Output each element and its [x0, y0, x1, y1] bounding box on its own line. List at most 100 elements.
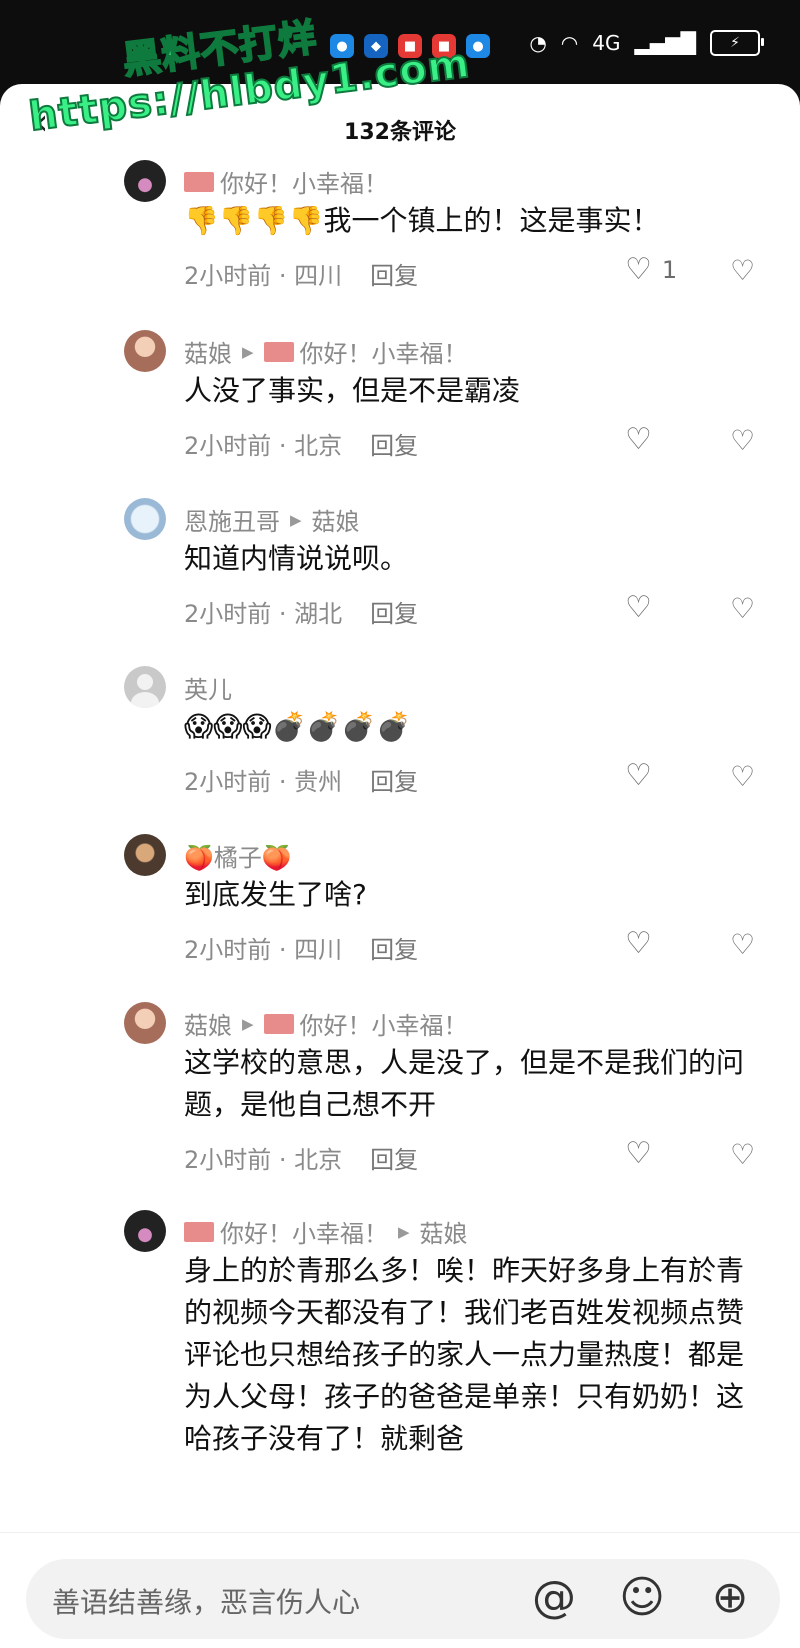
- reply-button[interactable]: 回复: [370, 762, 418, 797]
- comment-text: 👎👎👎👎我一个镇上的！这是事实！: [184, 204, 660, 237]
- flag-icon: [184, 1221, 214, 1242]
- comment-time: 2小时前 · 四川: [184, 262, 343, 290]
- flag-icon: [184, 171, 214, 192]
- status-app-icons: ● ◆ ■ ■ ●: [330, 34, 490, 58]
- app-red-icon: ■: [398, 34, 422, 58]
- avatar[interactable]: [124, 1002, 166, 1044]
- author-line[interactable]: 你好！小幸福！ ▶ 菇娘: [184, 1214, 468, 1249]
- reply-button[interactable]: 回复: [370, 930, 418, 965]
- author-name[interactable]: 你好！小幸福！: [220, 164, 388, 199]
- avatar[interactable]: [124, 330, 166, 372]
- comment-meta: 2小时前 · 北京 回复: [184, 426, 418, 461]
- reply-arrow-icon: ▶: [290, 510, 302, 529]
- emoji-icon[interactable]: ☺: [614, 1569, 670, 1625]
- speed-icon: ◔: [529, 31, 547, 55]
- at-icon[interactable]: @: [526, 1569, 582, 1625]
- reply-button[interactable]: 回复: [370, 594, 418, 629]
- author-line[interactable]: 恩施丑哥 ▶ 菇娘: [184, 502, 360, 537]
- comment-text: 身上的於青那么多！唉！昨天好多身上有於青的视频今天都没有了！我们老百姓发视频点赞…: [184, 1254, 744, 1455]
- comment-sheet: ‹ 132条评论 你好！小幸福！ 👎👎👎👎我一个镇上的！这是事实！ 2小时前 ·…: [0, 84, 800, 1648]
- network-label: 4G: [592, 31, 621, 55]
- sheet-header: ‹ 132条评论: [0, 84, 800, 174]
- input-icons: @ ☺ ⊕: [526, 1569, 758, 1625]
- avatar[interactable]: [124, 1210, 166, 1252]
- comment-text: 知道内情说说呗。: [184, 542, 409, 575]
- author-line[interactable]: 🍑橘子🍑: [184, 838, 292, 873]
- message-icon: ●: [330, 34, 354, 58]
- app-red2-icon: ■: [432, 34, 456, 58]
- comment-text: 😱😱😱💣💣💣💣: [184, 710, 412, 743]
- flag-icon: [263, 1013, 294, 1034]
- comment-meta: 2小时前 · 四川 回复: [184, 930, 418, 965]
- comment-meta: 2小时前 · 四川 回复: [184, 256, 418, 291]
- comment-meta: 2小时前 · 北京 回复: [184, 1140, 418, 1175]
- comment-input-placeholder: 善语结善缘，恶言伤人心: [52, 1586, 361, 1619]
- heart-icon: ♡: [625, 422, 652, 457]
- reply-button[interactable]: 回复: [370, 1140, 418, 1175]
- like-button[interactable]: ♡: [625, 926, 652, 961]
- author-name[interactable]: 🍑橘子🍑: [184, 838, 292, 873]
- app-blue-icon: ●: [466, 34, 490, 58]
- shield-icon: ◆: [364, 34, 388, 58]
- dislike-heart-icon[interactable]: ♡: [730, 1138, 755, 1171]
- avatar[interactable]: [124, 834, 166, 876]
- reply-to-name[interactable]: 菇娘: [420, 1214, 468, 1249]
- author-name[interactable]: 英儿: [184, 670, 232, 705]
- comment-time: 2小时前 · 贵州: [184, 768, 343, 796]
- flag-icon: [263, 341, 294, 362]
- wifi-icon: ◠: [560, 31, 579, 55]
- comment-count-title: 132条评论: [344, 120, 456, 145]
- comment-meta: 2小时前 · 贵州 回复: [184, 762, 418, 797]
- signal-icon: ▂▄▆█: [634, 31, 696, 55]
- dislike-heart-icon[interactable]: ♡: [730, 760, 755, 793]
- reply-button[interactable]: 回复: [370, 256, 418, 291]
- reply-arrow-icon: ▶: [242, 342, 254, 361]
- comment-meta: 2小时前 · 湖北 回复: [184, 594, 418, 629]
- like-button[interactable]: ♡: [625, 590, 652, 625]
- dislike-heart-icon[interactable]: ♡: [730, 928, 755, 961]
- author-name[interactable]: 恩施丑哥: [184, 502, 280, 537]
- like-button[interactable]: ♡: [625, 758, 652, 793]
- input-bar: 善语结善缘，恶言伤人心 @ ☺ ⊕: [0, 1532, 800, 1648]
- reply-to-name[interactable]: 你好！小幸福！: [300, 334, 468, 369]
- author-line[interactable]: 菇娘 ▶ 你好！小幸福！: [184, 334, 468, 369]
- author-name[interactable]: 菇娘: [184, 334, 232, 369]
- author-line[interactable]: 英儿: [184, 670, 232, 705]
- heart-icon: ♡: [625, 252, 652, 287]
- heart-icon: ♡: [625, 590, 652, 625]
- avatar[interactable]: [124, 160, 166, 202]
- battery-icon: ⚡: [710, 30, 764, 56]
- comment-time: 2小时前 · 湖北: [184, 600, 343, 628]
- status-bar: ● ◆ ■ ■ ● ◔ ◠ 4G ▂▄▆█ ⚡: [0, 0, 800, 90]
- avatar[interactable]: [124, 666, 166, 708]
- comment-text: 这学校的意思，人是没了，但是不是我们的问题，是他自己想不开: [184, 1046, 745, 1121]
- dislike-heart-icon[interactable]: ♡: [730, 424, 755, 457]
- reply-to-name[interactable]: 菇娘: [312, 502, 360, 537]
- like-count: 1: [661, 255, 678, 284]
- author-line[interactable]: 菇娘 ▶ 你好！小幸福！: [184, 1006, 468, 1041]
- comment-time: 2小时前 · 北京: [184, 1146, 343, 1174]
- like-button[interactable]: ♡: [625, 1136, 652, 1171]
- heart-icon: ♡: [625, 1136, 652, 1171]
- reply-to-name[interactable]: 你好！小幸福！: [300, 1006, 468, 1041]
- comment-input[interactable]: 善语结善缘，恶言伤人心 @ ☺ ⊕: [26, 1559, 780, 1639]
- dislike-heart-icon[interactable]: ♡: [730, 592, 755, 625]
- reply-button[interactable]: 回复: [370, 426, 418, 461]
- heart-icon: ♡: [625, 926, 652, 961]
- heart-icon: ♡: [625, 758, 652, 793]
- status-right: ◔ ◠ 4G ▂▄▆█ ⚡: [529, 30, 764, 56]
- comment-time: 2小时前 · 北京: [184, 432, 343, 460]
- author-name[interactable]: 菇娘: [184, 1006, 232, 1041]
- dislike-heart-icon[interactable]: ♡: [730, 254, 755, 287]
- reply-arrow-icon: ▶: [242, 1014, 254, 1033]
- comment-text: 到底发生了啥?: [184, 878, 367, 911]
- author-name[interactable]: 你好！小幸福！: [220, 1214, 388, 1249]
- reply-arrow-icon: ▶: [398, 1222, 410, 1241]
- comment-text: 人没了事实，但是不是霸凌: [184, 374, 521, 407]
- avatar[interactable]: [124, 498, 166, 540]
- like-button[interactable]: ♡ 1: [625, 252, 677, 287]
- comment-time: 2小时前 · 四川: [184, 936, 343, 964]
- like-button[interactable]: ♡: [625, 422, 652, 457]
- author-line[interactable]: 你好！小幸福！: [184, 164, 388, 199]
- add-icon[interactable]: ⊕: [702, 1569, 758, 1625]
